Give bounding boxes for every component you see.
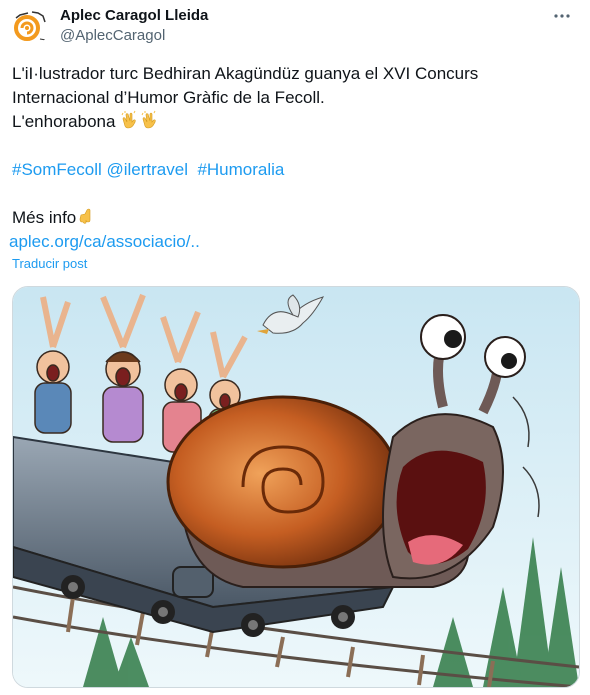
author-display-name[interactable]: Aplec Caragol Lleida bbox=[60, 6, 208, 26]
tweet-line-1: L'iI·lustrador turc Bedhiran Akagündüz g… bbox=[12, 64, 479, 83]
tweet-text: L'iI·lustrador turc Bedhiran Akagündüz g… bbox=[9, 62, 572, 254]
clapping-hands-emoji bbox=[141, 110, 156, 129]
mes-info-line: Més info bbox=[12, 206, 572, 230]
tweet-line-2: Internacional d’Humor Gràfic de la Fecol… bbox=[12, 88, 325, 107]
translate-post-button[interactable]: Traducir post bbox=[12, 256, 87, 271]
pointing-down-emoji bbox=[79, 208, 91, 224]
author-handle[interactable]: @AplecCaragol bbox=[60, 26, 208, 46]
author-block: Aplec Caragol Lleida @AplecCaragol bbox=[60, 6, 208, 46]
clapping-hands-emoji bbox=[121, 110, 136, 129]
mes-info-text: Més info bbox=[12, 208, 77, 227]
aplec-logo-icon bbox=[10, 6, 50, 46]
tags-line: #SomFecoll @ilertravel #Humoralia bbox=[12, 158, 572, 182]
more-options-icon bbox=[554, 14, 570, 18]
snail-rollercoaster-illustration bbox=[13, 287, 579, 687]
tweet-image[interactable] bbox=[12, 286, 580, 688]
avatar[interactable] bbox=[10, 6, 50, 46]
info-link[interactable]: aplec.org/ca/associacio/.. bbox=[9, 230, 572, 254]
tweet-card: Aplec Caragol Lleida @AplecCaragol L'iI·… bbox=[0, 0, 590, 695]
snail-shell bbox=[166, 395, 400, 569]
more-options-button[interactable] bbox=[552, 6, 572, 26]
hashtag-somfecoll[interactable]: #SomFecoll bbox=[12, 160, 102, 179]
congrats-text: L'enhorabona bbox=[12, 112, 116, 131]
hashtag-humoralia[interactable]: #Humoralia bbox=[197, 160, 284, 179]
mention-ilertravel[interactable]: @ilertravel bbox=[107, 160, 189, 179]
tweet-line-3: L'enhorabona bbox=[12, 110, 572, 134]
